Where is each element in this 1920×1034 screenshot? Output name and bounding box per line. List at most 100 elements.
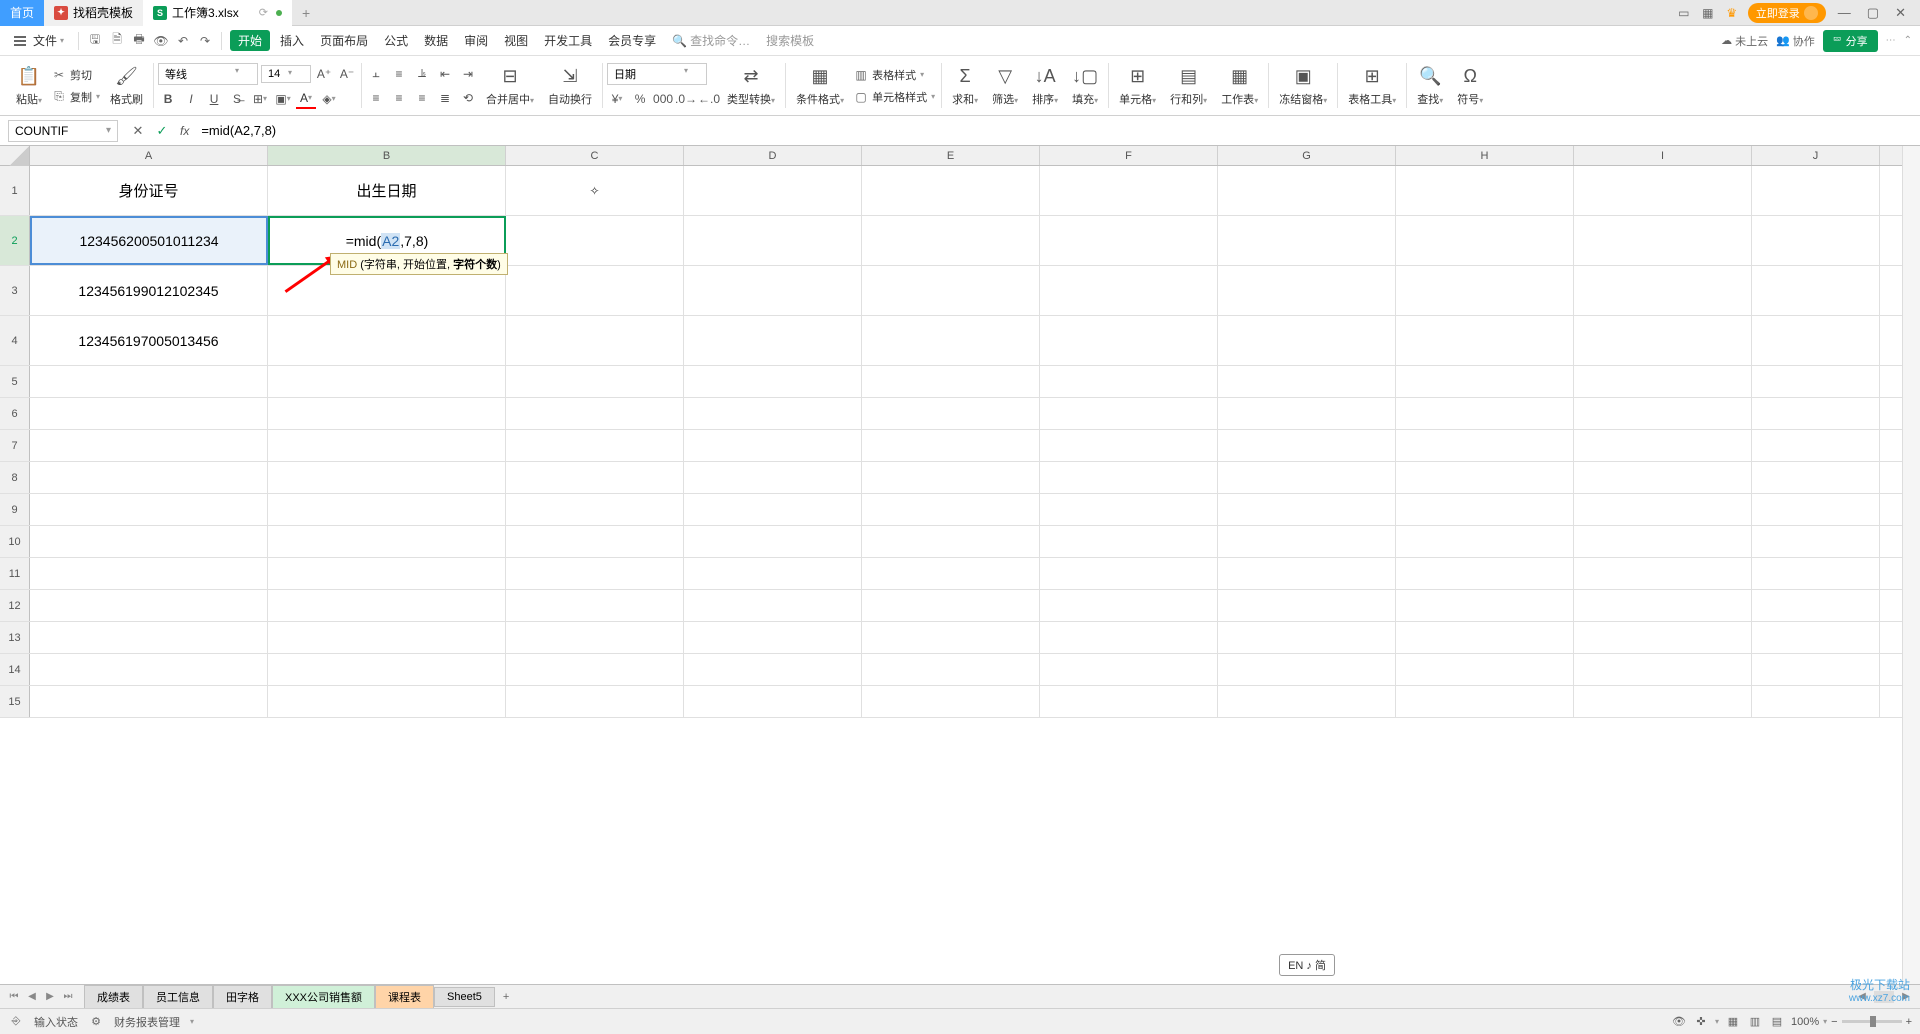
row-header-8[interactable]: 8 xyxy=(0,462,30,493)
cell[interactable] xyxy=(1752,526,1880,557)
row-header-14[interactable]: 14 xyxy=(0,654,30,685)
highlight-button[interactable]: ◈▾ xyxy=(319,89,339,109)
maximize-button[interactable]: ▢ xyxy=(1863,5,1883,21)
bold-button[interactable]: B xyxy=(158,89,178,109)
cell[interactable] xyxy=(506,494,684,525)
cell-i2[interactable] xyxy=(1574,216,1752,265)
cell[interactable] xyxy=(506,430,684,461)
cell[interactable] xyxy=(1574,654,1752,685)
zoom-slider[interactable] xyxy=(1842,1020,1902,1023)
row-header-5[interactable]: 5 xyxy=(0,366,30,397)
redo-icon[interactable]: ↷ xyxy=(197,33,213,49)
cell[interactable] xyxy=(1396,366,1574,397)
cell[interactable] xyxy=(1396,430,1574,461)
cell[interactable] xyxy=(1752,398,1880,429)
cell-i3[interactable] xyxy=(1574,266,1752,315)
row-header-1[interactable]: 1 xyxy=(0,166,30,215)
cell-d1[interactable] xyxy=(684,166,862,215)
cell[interactable] xyxy=(1040,622,1218,653)
row-header-6[interactable]: 6 xyxy=(0,398,30,429)
row-header-11[interactable]: 11 xyxy=(0,558,30,589)
save-icon[interactable]: 🖫 xyxy=(87,33,103,49)
tab-view[interactable]: 视图 xyxy=(498,29,534,52)
cell[interactable] xyxy=(506,686,684,717)
cell[interactable] xyxy=(506,462,684,493)
sort-button[interactable]: ↓A排序▾ xyxy=(1032,65,1058,107)
wrap-button[interactable]: ⇲ 自动换行 xyxy=(548,65,592,107)
cell-f3[interactable] xyxy=(1040,266,1218,315)
file-menu[interactable]: 文件▾ xyxy=(8,29,70,52)
cell[interactable] xyxy=(1574,398,1752,429)
col-header-a[interactable]: A xyxy=(30,146,268,165)
dec-dec-button[interactable]: ←.0 xyxy=(699,89,719,109)
sheet-tab-5[interactable]: Sheet5 xyxy=(434,987,495,1007)
cell[interactable] xyxy=(684,590,862,621)
cell[interactable] xyxy=(1752,494,1880,525)
name-box[interactable]: COUNTIF ▾ xyxy=(8,120,118,142)
cell-a4[interactable]: 123456197005013456 xyxy=(30,316,268,365)
cell-e3[interactable] xyxy=(862,266,1040,315)
cell-style-button[interactable]: ▢单元格样式▾ xyxy=(852,88,937,106)
cell[interactable] xyxy=(684,686,862,717)
refresh-icon[interactable]: ⟳ xyxy=(259,6,268,19)
find-button[interactable]: 🔍查找▾ xyxy=(1417,65,1443,107)
justify-button[interactable]: ≣ xyxy=(435,88,455,108)
search-template[interactable]: 搜索模板 xyxy=(760,29,820,52)
tab-dev[interactable]: 开发工具 xyxy=(538,29,598,52)
view-normal-icon[interactable]: ▦ xyxy=(1725,1014,1741,1030)
zoom-in-button[interactable]: + xyxy=(1906,1016,1912,1028)
cell[interactable] xyxy=(1040,398,1218,429)
cell[interactable] xyxy=(1396,622,1574,653)
cell[interactable] xyxy=(1752,686,1880,717)
col-header-h[interactable]: H xyxy=(1396,146,1574,165)
cell-f4[interactable] xyxy=(1040,316,1218,365)
cell[interactable] xyxy=(1218,462,1396,493)
cell[interactable] xyxy=(1396,494,1574,525)
cell[interactable] xyxy=(684,462,862,493)
row-header-4[interactable]: 4 xyxy=(0,316,30,365)
cell-g1[interactable] xyxy=(1218,166,1396,215)
cell[interactable] xyxy=(862,622,1040,653)
cell[interactable] xyxy=(1218,622,1396,653)
cell[interactable] xyxy=(268,366,506,397)
cell[interactable] xyxy=(1574,462,1752,493)
search-cmd[interactable]: 🔍查找命令… xyxy=(666,29,756,52)
cell[interactable] xyxy=(684,622,862,653)
align-middle-button[interactable]: ≡ xyxy=(389,64,409,84)
col-header-e[interactable]: E xyxy=(862,146,1040,165)
preview-icon[interactable]: 👁 xyxy=(153,33,169,49)
view-break-icon[interactable]: ▤ xyxy=(1769,1014,1785,1030)
cell[interactable] xyxy=(1218,398,1396,429)
more-caret-icon[interactable]: ⋯ xyxy=(1886,35,1896,46)
cell-c4[interactable] xyxy=(506,316,684,365)
cell[interactable] xyxy=(1218,430,1396,461)
italic-button[interactable]: I xyxy=(181,89,201,109)
cell[interactable] xyxy=(30,366,268,397)
cell[interactable] xyxy=(1574,686,1752,717)
cell[interactable] xyxy=(1218,654,1396,685)
cell-h1[interactable] xyxy=(1396,166,1574,215)
cell[interactable] xyxy=(1574,526,1752,557)
freeze-button[interactable]: ▣冻结窗格▾ xyxy=(1279,65,1327,107)
cell-g2[interactable] xyxy=(1218,216,1396,265)
target-icon[interactable]: ✜ xyxy=(1693,1014,1709,1030)
sheet-last-button[interactable]: ⏭ xyxy=(60,989,76,1005)
cell-g4[interactable] xyxy=(1218,316,1396,365)
cell[interactable] xyxy=(1218,558,1396,589)
strike-button[interactable]: S̶ xyxy=(227,89,247,109)
view-page-icon[interactable]: ▥ xyxy=(1747,1014,1763,1030)
minimize-button[interactable]: — xyxy=(1834,5,1855,20)
cell[interactable] xyxy=(1040,430,1218,461)
table-tools-button[interactable]: ⊞表格工具▾ xyxy=(1348,65,1396,107)
cut-button[interactable]: ✂剪切 xyxy=(50,66,102,84)
cell-d4[interactable] xyxy=(684,316,862,365)
cell[interactable] xyxy=(1040,494,1218,525)
cell[interactable] xyxy=(268,686,506,717)
align-top-button[interactable]: ⫠ xyxy=(366,64,386,84)
cell[interactable] xyxy=(1218,590,1396,621)
copy-button[interactable]: ⎘复制▾ xyxy=(50,88,102,106)
tab-insert[interactable]: 插入 xyxy=(274,29,310,52)
cell[interactable] xyxy=(684,558,862,589)
cell-f1[interactable] xyxy=(1040,166,1218,215)
cell-h3[interactable] xyxy=(1396,266,1574,315)
